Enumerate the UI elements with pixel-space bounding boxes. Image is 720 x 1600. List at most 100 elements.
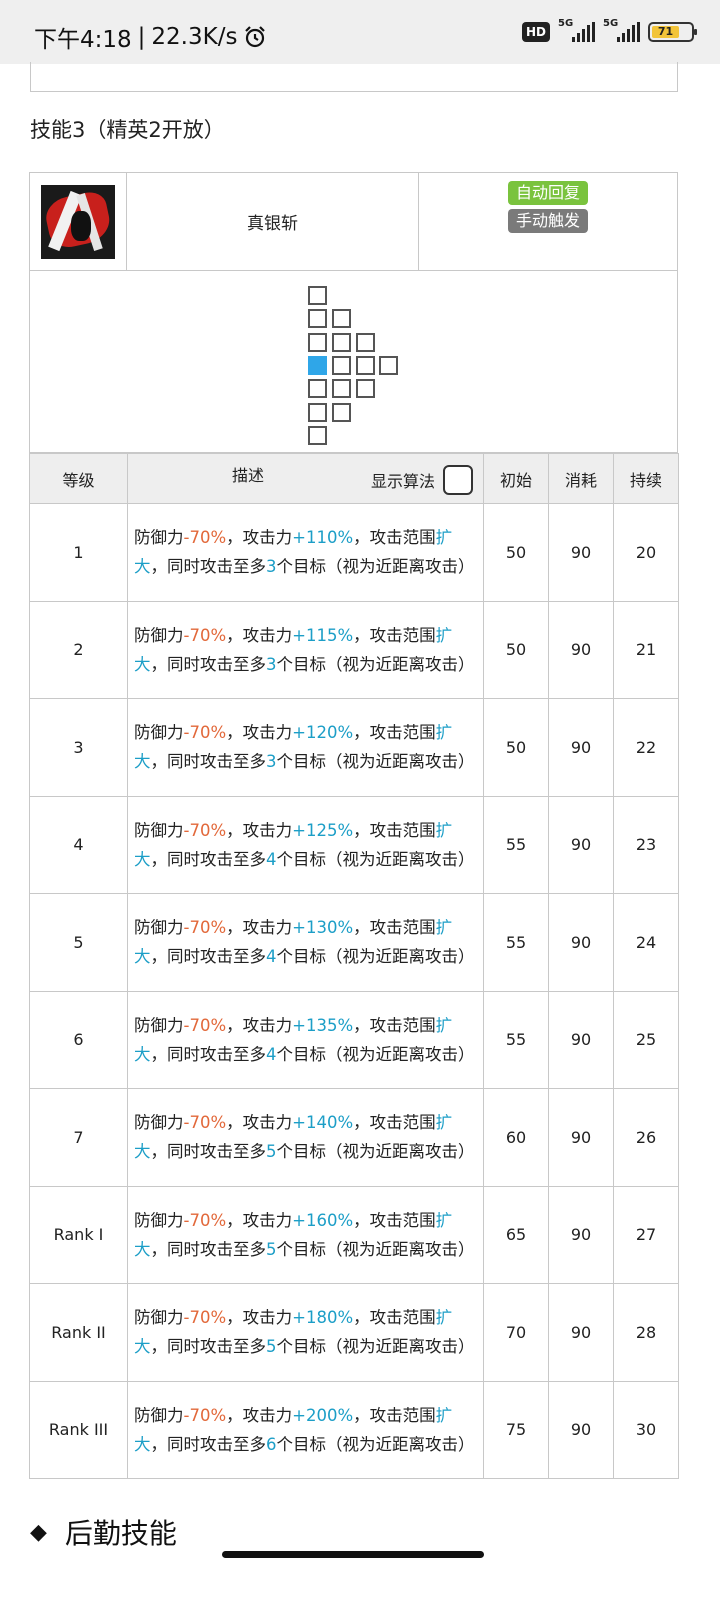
- description-cell: 防御力-70%，攻击力+160%，攻击范围扩大，同时攻击至多5个目标（视为近距离…: [127, 1185, 484, 1284]
- level-cell: 1: [29, 503, 128, 602]
- attack-value: +180%: [292, 1308, 354, 1328]
- description-cell: 防御力-70%，攻击力+200%，攻击范围扩大，同时攻击至多6个目标（视为近距离…: [127, 1380, 484, 1479]
- initial-sp-cell: 75: [483, 1380, 549, 1479]
- duration-cell: 21: [613, 600, 679, 699]
- level-cell: 4: [29, 795, 128, 894]
- duration-cell: 28: [613, 1283, 679, 1382]
- range-cell: [356, 333, 375, 352]
- previous-table-remnant: [30, 62, 678, 92]
- range-cell: [332, 309, 351, 328]
- sp-cost-cell: 90: [548, 795, 614, 894]
- level-cell: 6: [29, 990, 128, 1089]
- range-cell: [308, 403, 327, 422]
- sp-cost-cell: 90: [548, 1380, 614, 1479]
- target-count: 3: [266, 654, 277, 674]
- duration-cell: 26: [613, 1088, 679, 1187]
- initial-sp-cell: 50: [483, 600, 549, 699]
- sp-cost-cell: 90: [548, 990, 614, 1089]
- show-formula-checkbox[interactable]: [443, 465, 473, 495]
- initial-sp-cell: 65: [483, 1185, 549, 1284]
- show-formula-toggle[interactable]: 显示算法: [371, 465, 473, 495]
- sp-cost-cell: 90: [548, 893, 614, 992]
- col-initial: 初始: [483, 453, 549, 504]
- target-count: 3: [266, 557, 277, 577]
- range-cell: [332, 356, 351, 375]
- attack-value: +135%: [292, 1015, 354, 1035]
- status-left: 下午4:18 | 22.3K/s: [34, 20, 267, 54]
- initial-sp-cell: 55: [483, 990, 549, 1089]
- skill-icon: [41, 184, 115, 259]
- attack-value: +130%: [292, 918, 354, 938]
- target-count: 3: [266, 752, 277, 772]
- duration-cell: 30: [613, 1380, 679, 1479]
- level-cell: 5: [29, 893, 128, 992]
- skill-header: 真银斩 自动回复 手动触发: [29, 172, 678, 271]
- defense-value: -70%: [183, 820, 227, 840]
- show-formula-label: 显示算法: [370, 472, 435, 491]
- description-cell: 防御力-70%，攻击力+130%，攻击范围扩大，同时攻击至多4个目标（视为近距离…: [127, 893, 484, 992]
- range-cell: [356, 379, 375, 398]
- skill-icon-cell: [30, 173, 127, 270]
- attack-value: +125%: [292, 820, 354, 840]
- tag-auto-recovery: 自动回复: [507, 181, 588, 205]
- description-cell: 防御力-70%，攻击力+120%，攻击范围扩大，同时攻击至多3个目标（视为近距离…: [127, 698, 484, 797]
- defense-value: -70%: [183, 1308, 227, 1328]
- initial-sp-cell: 70: [483, 1283, 549, 1382]
- attack-value: +160%: [292, 1210, 354, 1230]
- range-cell: [308, 333, 327, 352]
- defense-value: -70%: [183, 1405, 227, 1425]
- battery-icon: 71: [648, 22, 697, 42]
- range-cell: [332, 379, 351, 398]
- net-type-2: 5G: [603, 18, 619, 29]
- defense-value: -70%: [183, 1113, 227, 1133]
- initial-sp-cell: 55: [483, 795, 549, 894]
- target-count: 5: [266, 1142, 277, 1162]
- table-row: 3 防御力-70%，攻击力+120%，攻击范围扩大，同时攻击至多3个目标（视为近距…: [29, 698, 679, 797]
- target-count: 5: [266, 1239, 277, 1259]
- duration-cell: 24: [613, 893, 679, 992]
- attack-range-grid: [29, 270, 678, 453]
- skill-name: 真银斩: [127, 173, 419, 270]
- description-cell: 防御力-70%，攻击力+180%，攻击范围扩大，同时攻击至多5个目标（视为近距离…: [127, 1283, 484, 1382]
- col-duration: 持续: [613, 453, 679, 504]
- duration-cell: 27: [613, 1185, 679, 1284]
- level-cell: Rank I: [29, 1185, 128, 1284]
- col-level: 等级: [29, 453, 128, 504]
- net-speed: 22.3K/s: [151, 24, 238, 50]
- attack-value: +140%: [292, 1113, 354, 1133]
- description-cell: 防御力-70%，攻击力+110%，攻击范围扩大，同时攻击至多3个目标（视为近距离…: [127, 503, 484, 602]
- hd-badge: HD: [521, 22, 550, 42]
- operator-position-cell: [308, 356, 327, 375]
- defense-value: -70%: [183, 528, 227, 548]
- initial-sp-cell: 50: [483, 503, 549, 602]
- signal-icon: 5G: [558, 18, 595, 42]
- sp-cost-cell: 90: [548, 503, 614, 602]
- description-cell: 防御力-70%，攻击力+140%，攻击范围扩大，同时攻击至多5个目标（视为近距离…: [127, 1088, 484, 1187]
- initial-sp-cell: 55: [483, 893, 549, 992]
- defense-value: -70%: [183, 1015, 227, 1035]
- signal-icon: 5G: [603, 18, 640, 42]
- attack-value: +120%: [292, 723, 354, 743]
- table-row: 2 防御力-70%，攻击力+115%，攻击范围扩大，同时攻击至多3个目标（视为近距…: [29, 600, 679, 699]
- description-cell: 防御力-70%，攻击力+135%，攻击范围扩大，同时攻击至多4个目标（视为近距离…: [127, 990, 484, 1089]
- sp-cost-cell: 90: [548, 600, 614, 699]
- sp-cost-cell: 90: [548, 1088, 614, 1187]
- home-indicator[interactable]: [222, 1551, 484, 1558]
- range-cell: [356, 356, 375, 375]
- duration-cell: 23: [613, 795, 679, 894]
- table-row: 5 防御力-70%，攻击力+130%，攻击范围扩大，同时攻击至多4个目标（视为近距…: [29, 893, 679, 992]
- range-cell: [308, 426, 327, 445]
- range-cell: [332, 333, 351, 352]
- table-row: Rank I 防御力-70%，攻击力+160%，攻击范围扩大，同时攻击至多5个目标…: [29, 1185, 679, 1284]
- target-count: 4: [266, 1044, 277, 1064]
- range-cell: [308, 286, 327, 305]
- target-count: 4: [266, 947, 277, 967]
- skill-tags: 自动回复 手动触发: [419, 173, 677, 270]
- status-right: HD 5G 5G 71: [521, 18, 697, 42]
- table-row: Rank III 防御力-70%，攻击力+200%，攻击范围扩大，同时攻击至多6个…: [29, 1380, 679, 1479]
- table-row: 1 防御力-70%，攻击力+110%，攻击范围扩大，同时攻击至多3个目标（视为近距…: [29, 503, 679, 602]
- range-cell: [332, 403, 351, 422]
- battery-level: 71: [652, 26, 679, 38]
- divider: |: [137, 24, 146, 50]
- defense-value: -70%: [183, 918, 227, 938]
